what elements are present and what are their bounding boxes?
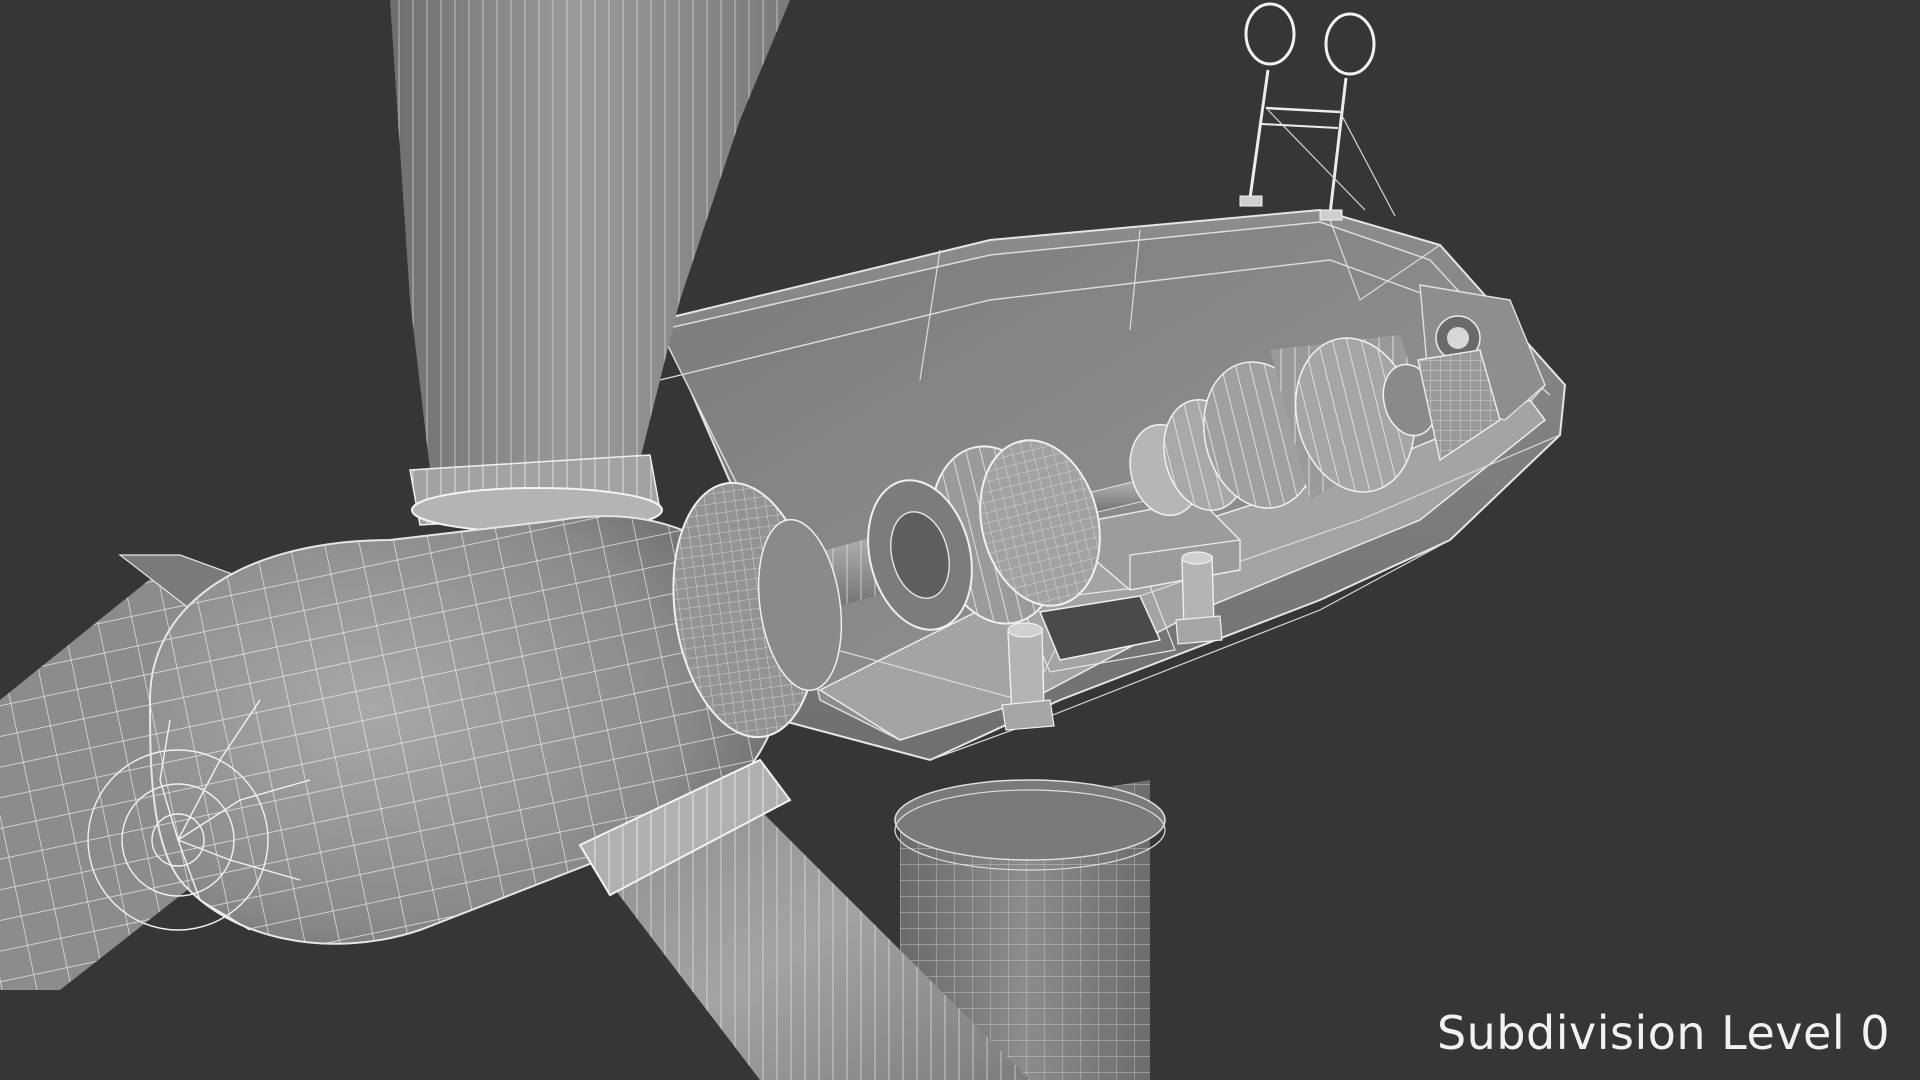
anemometer-mast bbox=[1239, 2, 1396, 221]
subdivision-level-label: Subdivision Level 0 bbox=[1436, 1006, 1890, 1060]
wind-turbine-wireframe-render bbox=[0, 0, 1567, 1080]
render-viewport: Subdivision Level 0 bbox=[0, 0, 1920, 1080]
